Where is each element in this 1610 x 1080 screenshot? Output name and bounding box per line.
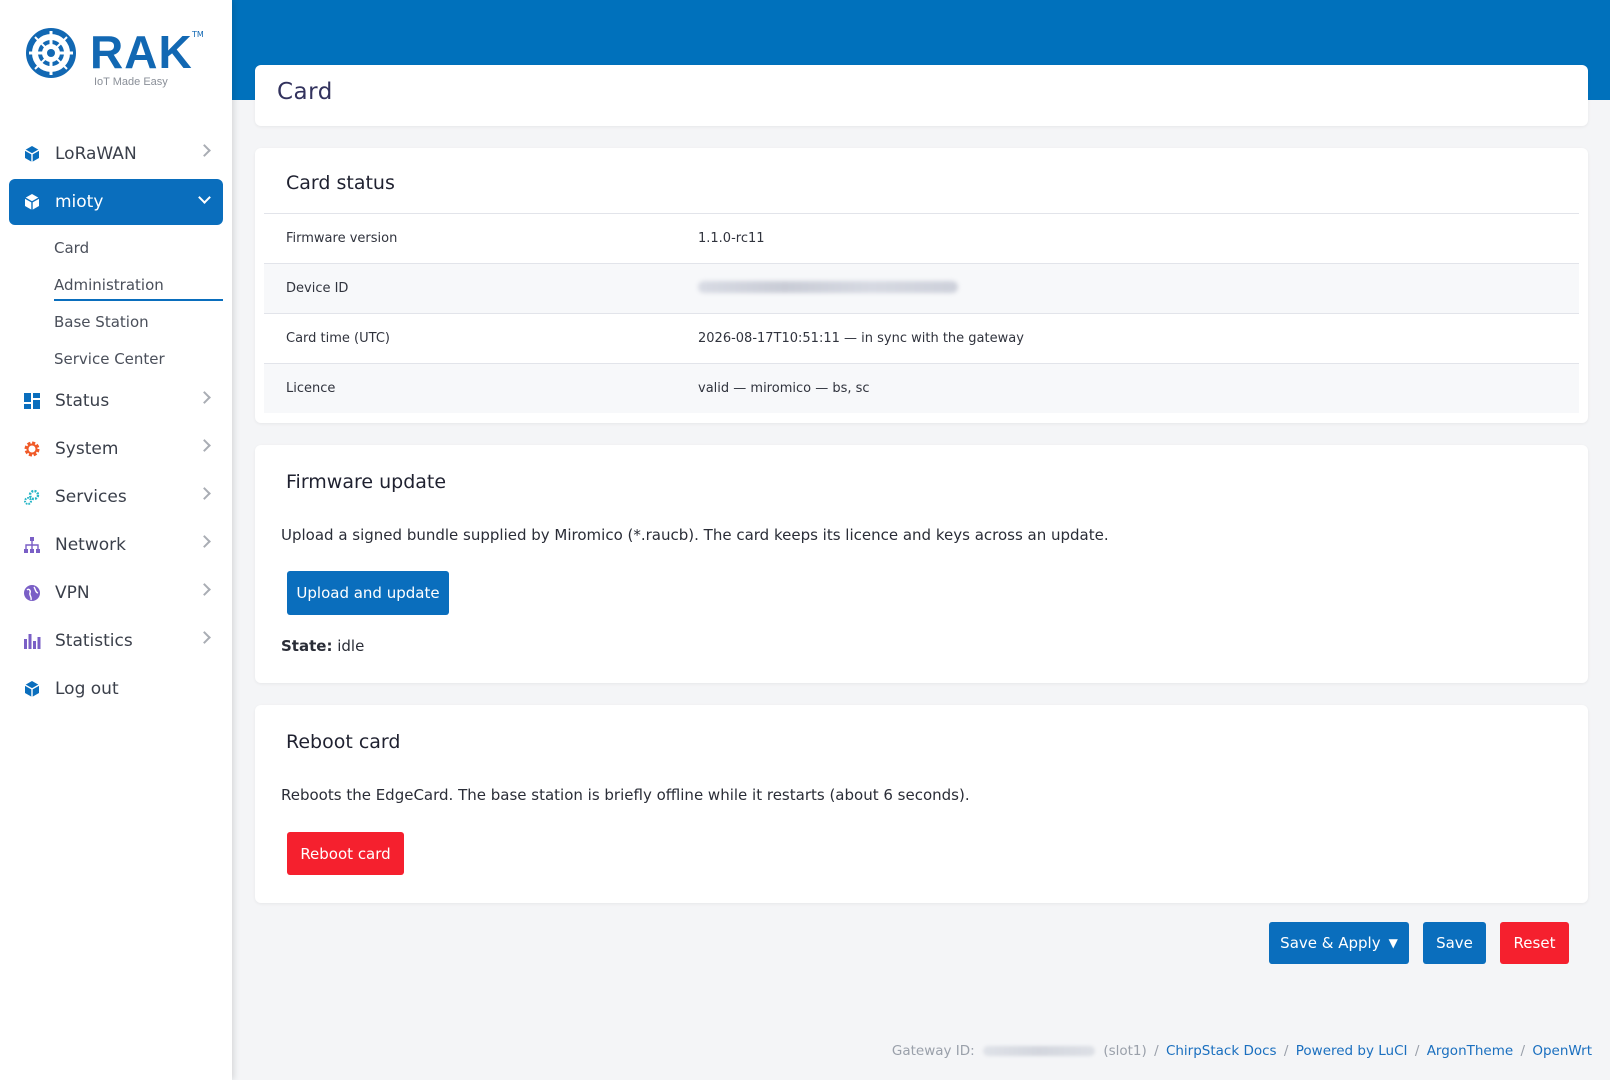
status-table: Firmware version 1.1.0-rc11 Device ID Ca… bbox=[264, 213, 1579, 413]
chevron-right-icon bbox=[198, 439, 211, 452]
openwrt-link[interactable]: OpenWrt bbox=[1532, 1043, 1592, 1059]
sidebar-item-network[interactable]: Network bbox=[9, 521, 223, 569]
sidebar-item-label: Services bbox=[55, 487, 127, 507]
firmware-update-section: Firmware update Upload a signed bundle s… bbox=[255, 445, 1588, 683]
state-value: idle bbox=[337, 637, 365, 655]
globe-icon bbox=[23, 584, 41, 602]
chirpstack-docs-link[interactable]: ChirpStack Docs bbox=[1166, 1043, 1277, 1059]
chevron-right-icon bbox=[198, 487, 211, 500]
rak-logo-icon bbox=[26, 28, 76, 78]
sidebar-item-label: System bbox=[55, 439, 119, 459]
reset-button[interactable]: Reset bbox=[1500, 922, 1569, 964]
chevron-down-icon bbox=[198, 191, 211, 204]
section-title: Reboot card bbox=[286, 731, 401, 753]
save-button[interactable]: Save bbox=[1423, 922, 1486, 964]
table-row: Card time (UTC) 2026-08-17T10:51:11 — in… bbox=[264, 313, 1579, 363]
row-value bbox=[698, 280, 1579, 297]
page-title: Card bbox=[277, 79, 333, 105]
sidebar-item-status[interactable]: Status bbox=[9, 377, 223, 425]
footer-separator: / bbox=[1283, 1043, 1289, 1059]
section-title: Card status bbox=[286, 172, 395, 194]
argontheme-link[interactable]: ArgonTheme bbox=[1427, 1043, 1514, 1059]
sidebar-item-label: mioty bbox=[55, 192, 104, 212]
submenu-item-service-center[interactable]: Service Center bbox=[54, 340, 223, 377]
brand-tm: TM bbox=[192, 30, 204, 39]
sidebar-item-label: VPN bbox=[55, 583, 90, 603]
footer-separator: / bbox=[1414, 1043, 1420, 1059]
firmware-state: State: idle bbox=[281, 637, 364, 655]
table-row: Licence valid — miromico — bs, sc bbox=[264, 363, 1579, 413]
submenu-item-card[interactable]: Card bbox=[54, 229, 223, 266]
row-value: 1.1.0-rc11 bbox=[698, 231, 765, 246]
save-apply-label: Save & Apply bbox=[1280, 934, 1381, 952]
chevron-right-icon bbox=[198, 631, 211, 644]
submenu-item-base-station[interactable]: Base Station bbox=[54, 303, 223, 340]
upload-and-update-button[interactable]: Upload and update bbox=[287, 571, 449, 615]
footer: Gateway ID: (slot1) / ChirpStack Docs / … bbox=[892, 1043, 1592, 1059]
rak-logo[interactable]: RAK TM IoT Made Easy bbox=[24, 26, 214, 90]
row-value: 2026-08-17T10:51:11 — in sync with the g… bbox=[698, 331, 1024, 346]
state-label: State: bbox=[281, 637, 333, 655]
chevron-right-icon bbox=[198, 144, 211, 157]
gear-icon bbox=[23, 440, 41, 458]
cube-icon bbox=[23, 193, 41, 211]
chevron-right-icon bbox=[198, 535, 211, 548]
gateway-id-label: Gateway ID: bbox=[891, 1043, 975, 1059]
footer-separator: / bbox=[1520, 1043, 1526, 1059]
sidebar-item-label: Log out bbox=[55, 679, 119, 699]
card-status-section: Card status Firmware version 1.1.0-rc11 … bbox=[255, 148, 1588, 423]
page-title-card: Card bbox=[255, 65, 1588, 126]
redacted-gateway-id bbox=[983, 1046, 1096, 1056]
save-and-apply-button[interactable]: Save & Apply ▼ bbox=[1269, 922, 1409, 964]
footer-separator: / bbox=[1154, 1043, 1159, 1059]
caret-down-icon: ▼ bbox=[1388, 936, 1398, 950]
sidebar-item-vpn[interactable]: VPN bbox=[9, 569, 223, 617]
brand-name: RAK bbox=[90, 26, 193, 78]
cube-icon bbox=[23, 145, 41, 163]
row-key: Licence bbox=[286, 381, 336, 396]
reboot-card-button[interactable]: Reboot card bbox=[287, 832, 404, 875]
sidebar-item-system[interactable]: System bbox=[9, 425, 223, 473]
sidebar-item-label: LoRaWAN bbox=[55, 144, 137, 164]
sidebar: RAK TM IoT Made Easy LoRaWAN mioty Card … bbox=[0, 0, 232, 1080]
row-key: Card time (UTC) bbox=[286, 331, 390, 346]
powered-by-luci-link[interactable]: Powered by LuCI bbox=[1296, 1043, 1408, 1059]
firmware-description: Upload a signed bundle supplied by Mirom… bbox=[281, 526, 1109, 544]
table-row: Device ID bbox=[264, 263, 1579, 313]
sidebar-nav: LoRaWAN mioty Card Administration Base S… bbox=[9, 130, 223, 713]
bar-chart-icon bbox=[23, 632, 41, 650]
reboot-card-section: Reboot card Reboots the EdgeCard. The ba… bbox=[255, 705, 1588, 903]
gateway-slot: (slot1) bbox=[1103, 1043, 1147, 1059]
dashboard-icon bbox=[23, 392, 41, 410]
sidebar-item-logout[interactable]: Log out bbox=[9, 665, 223, 713]
table-row: Firmware version 1.1.0-rc11 bbox=[264, 213, 1579, 263]
sidebar-item-statistics[interactable]: Statistics bbox=[9, 617, 223, 665]
redacted-device-id bbox=[698, 280, 958, 293]
reboot-description: Reboots the EdgeCard. The base station i… bbox=[281, 786, 970, 804]
row-value: valid — miromico — bs, sc bbox=[698, 381, 870, 396]
sidebar-item-label: Statistics bbox=[55, 631, 133, 651]
sidebar-item-mioty[interactable]: mioty bbox=[9, 179, 223, 225]
brand-tagline: IoT Made Easy bbox=[94, 76, 168, 88]
row-key: Device ID bbox=[286, 281, 349, 296]
chevron-right-icon bbox=[198, 583, 211, 596]
mioty-submenu: Card Administration Base Station Service… bbox=[9, 229, 223, 377]
network-icon bbox=[23, 536, 41, 554]
cube-icon bbox=[23, 680, 41, 698]
gears-icon bbox=[23, 488, 41, 506]
submenu-item-administration[interactable]: Administration bbox=[54, 266, 223, 303]
chevron-right-icon bbox=[198, 391, 211, 404]
sidebar-item-label: Status bbox=[55, 391, 110, 411]
section-title: Firmware update bbox=[286, 471, 447, 493]
sidebar-item-label: Network bbox=[55, 535, 126, 555]
sidebar-item-lorawan[interactable]: LoRaWAN bbox=[9, 130, 223, 178]
row-key: Firmware version bbox=[286, 231, 398, 246]
sidebar-item-services[interactable]: Services bbox=[9, 473, 223, 521]
